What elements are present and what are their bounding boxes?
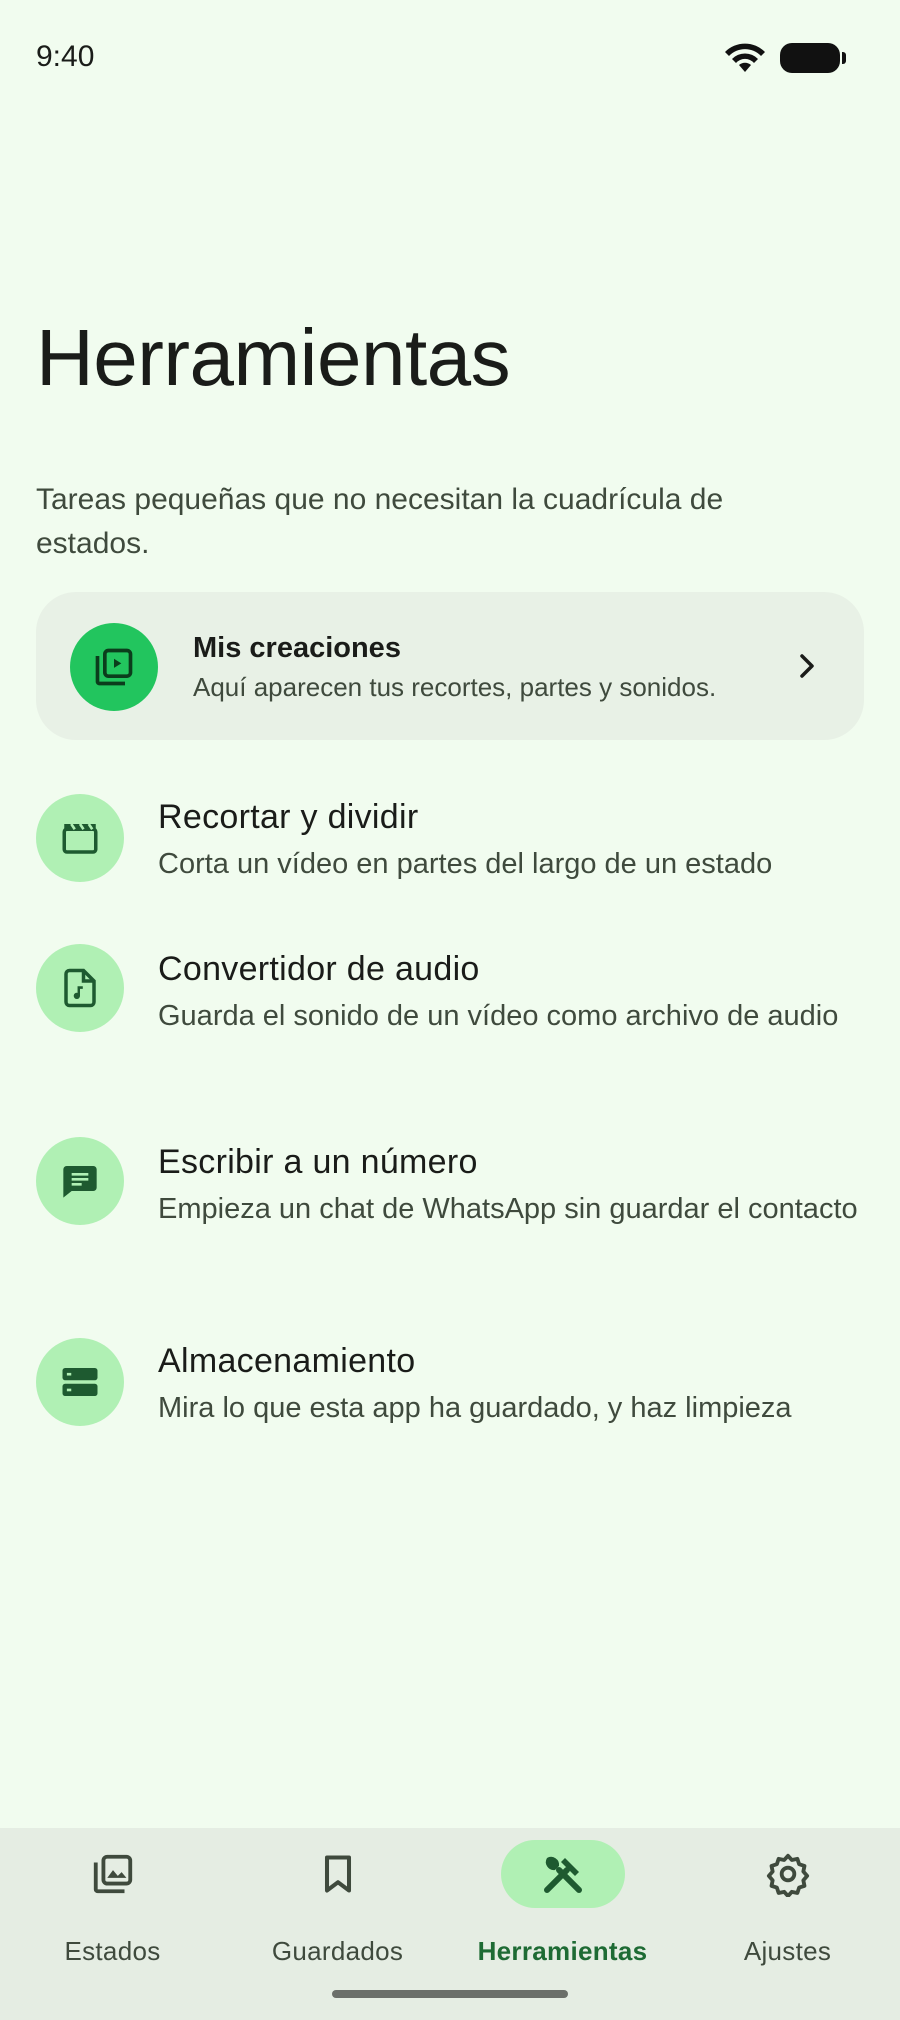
nav-pill	[51, 1840, 175, 1908]
gallery-icon	[93, 1854, 132, 1894]
tool-description: Empieza un chat de WhatsApp sin guardar …	[158, 1193, 858, 1225]
battery-icon	[780, 43, 846, 73]
nav-item-estados[interactable]: Estados	[0, 1828, 225, 1978]
home-indicator[interactable]	[332, 1990, 568, 1998]
page-subtitle: Tareas pequeñas que no necesitan la cuad…	[36, 483, 724, 560]
storage-icon	[36, 1338, 124, 1426]
nav-item-ajustes[interactable]: Ajustes	[675, 1828, 900, 1978]
nav-pill	[500, 1840, 625, 1908]
tool-trim-split[interactable]: Recortar y dividir Corta un vídeo en par…	[36, 792, 864, 892]
page-title: Herramientas	[36, 313, 511, 402]
clapperboard-icon	[36, 794, 124, 882]
nav-pill	[726, 1840, 850, 1908]
audio-file-icon	[36, 944, 124, 1032]
chat-icon	[36, 1137, 124, 1225]
status-bar: 9:40	[0, 0, 900, 120]
tool-storage[interactable]: Almacenamiento Mira lo que esta app ha g…	[36, 1338, 864, 1438]
settings-icon	[766, 1853, 809, 1897]
my-creations-title: Mis creaciones	[193, 632, 401, 664]
tool-description: Mira lo que esta app ha guardado, y haz …	[158, 1392, 792, 1424]
tool-title: Recortar y dividir	[158, 798, 419, 836]
tool-title: Escribir a un número	[158, 1143, 478, 1181]
nav-item-guardados[interactable]: Guardados	[225, 1828, 450, 1978]
video-library-icon	[70, 623, 158, 711]
wifi-icon	[725, 43, 765, 72]
bookmark-icon	[324, 1855, 351, 1893]
tool-audio-converter[interactable]: Convertidor de audio Guarda el sonido de…	[36, 944, 864, 1084]
tool-message-number[interactable]: Escribir a un número Empieza un chat de …	[36, 1137, 864, 1277]
nav-label: Ajustes	[743, 1936, 832, 1966]
status-time: 9:40	[36, 40, 95, 73]
tool-description: Guarda el sonido de un vídeo como archiv…	[158, 1000, 839, 1032]
nav-label: Guardados	[271, 1936, 404, 1966]
status-icons	[724, 42, 846, 74]
my-creations-card[interactable]: Mis creaciones Aquí aparecen tus recorte…	[36, 592, 864, 740]
tool-title: Almacenamiento	[158, 1342, 416, 1380]
nav-label: Herramientas	[477, 1936, 648, 1966]
tools-icon	[543, 1856, 582, 1893]
my-creations-description: Aquí aparecen tus recortes, partes y son…	[193, 672, 717, 702]
nav-item-herramientas[interactable]: Herramientas	[450, 1828, 675, 1978]
nav-label: Estados	[64, 1936, 161, 1966]
tool-description: Corta un vídeo en partes del largo de un…	[158, 848, 773, 880]
chevron-right-icon	[800, 654, 814, 678]
tool-title: Convertidor de audio	[158, 950, 480, 988]
nav-pill	[276, 1840, 400, 1908]
